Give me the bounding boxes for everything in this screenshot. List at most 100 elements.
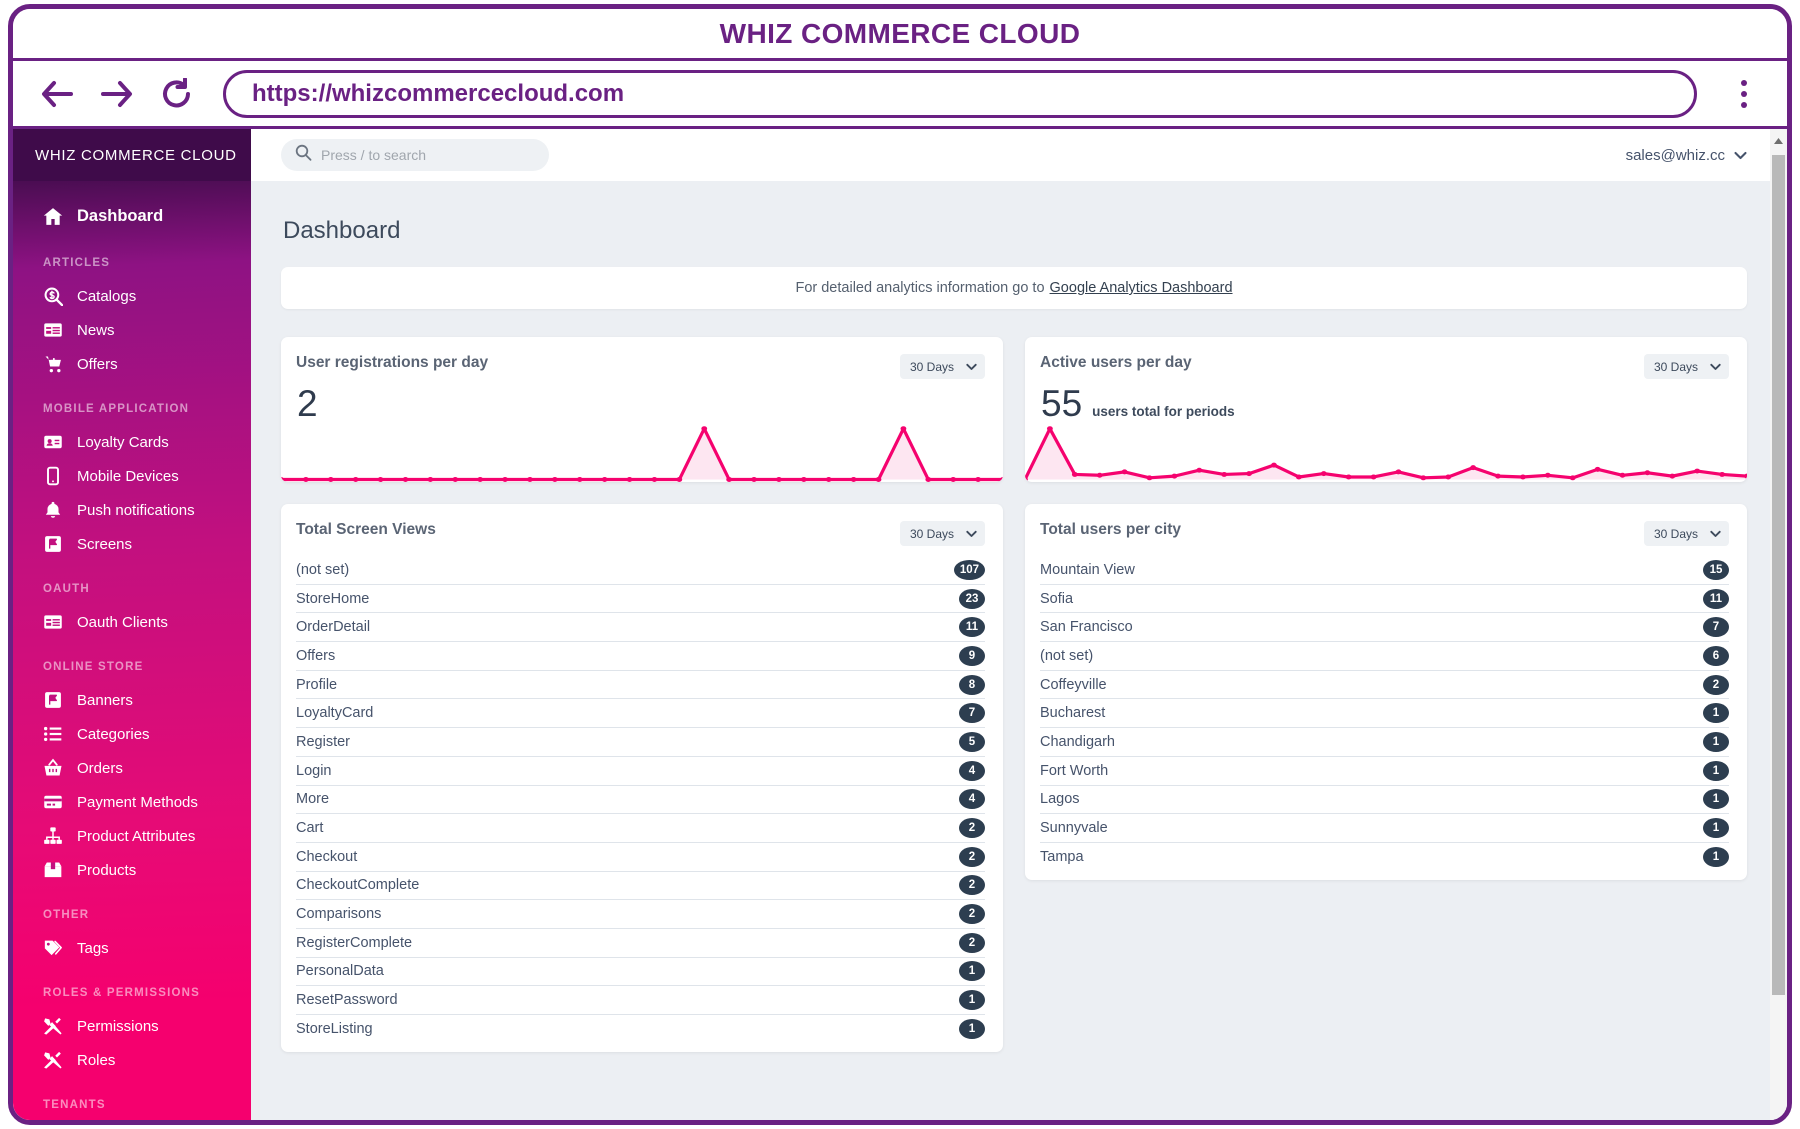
list-item[interactable]: Lagos1 — [1040, 786, 1729, 815]
list-item[interactable]: StoreHome23 — [296, 585, 985, 614]
list-item[interactable]: Coffeyville2 — [1040, 671, 1729, 700]
vertical-scrollbar[interactable] — [1770, 129, 1787, 1124]
list-item[interactable]: StoreListing1 — [296, 1015, 985, 1044]
reload-button[interactable] — [155, 72, 199, 116]
list-item-label: Bucharest — [1040, 705, 1105, 721]
kebab-menu-icon — [1741, 80, 1747, 86]
basket-icon — [43, 758, 63, 778]
list-item[interactable]: Sunnyvale1 — [1040, 814, 1729, 843]
user-menu[interactable]: sales@whiz.cc — [1626, 147, 1747, 164]
sidebar-item-loyalty-cards[interactable]: Loyalty Cards — [13, 425, 251, 459]
list-item[interactable]: Sofia11 — [1040, 585, 1729, 614]
range-select-registrations[interactable]: 30 Days — [900, 354, 985, 379]
scroll-up-arrow-icon[interactable] — [1770, 131, 1787, 151]
search-input[interactable] — [321, 147, 535, 163]
count-badge: 1 — [1703, 789, 1729, 809]
sidebar-item-dashboard[interactable]: Dashboard — [13, 197, 251, 235]
arrow-right-icon — [100, 79, 134, 109]
list-item[interactable]: Chandigarh1 — [1040, 728, 1729, 757]
list-item[interactable]: Comparisons2 — [296, 900, 985, 929]
list-item[interactable]: Tampa1 — [1040, 843, 1729, 872]
sidebar-item-products[interactable]: Products — [13, 853, 251, 887]
list-item[interactable]: (not set)107 — [296, 556, 985, 585]
sidebar-item-push-notifications[interactable]: Push notifications — [13, 493, 251, 527]
sidebar-item-roles[interactable]: Roles — [13, 1043, 251, 1077]
list-item[interactable]: Offers9 — [296, 642, 985, 671]
list-item[interactable]: Login4 — [296, 757, 985, 786]
list-item[interactable]: Mountain View15 — [1040, 556, 1729, 585]
application-viewport: WHIZ COMMERCE CLOUD DashboardARTICLESCat… — [13, 129, 1787, 1124]
range-select-users-per-city[interactable]: 30 Days — [1644, 521, 1729, 546]
sidebar-item-tags[interactable]: Tags — [13, 931, 251, 965]
sidebar-section-tenants: TENANTS — [13, 1077, 251, 1121]
sidebar-item-news[interactable]: News — [13, 313, 251, 347]
sidebar-nav: DashboardARTICLESCatalogs News OffersMOBIL… — [13, 181, 251, 1121]
list-item[interactable]: Cart2 — [296, 814, 985, 843]
count-badge: 107 — [954, 560, 985, 580]
list-item[interactable]: OrderDetail11 — [296, 613, 985, 642]
list-item[interactable]: ResetPassword1 — [296, 986, 985, 1015]
sidebar-item-permissions[interactable]: Permissions — [13, 1009, 251, 1043]
list-item[interactable]: More4 — [296, 786, 985, 815]
list-item[interactable]: Fort Worth1 — [1040, 757, 1729, 786]
sidebar-item-mobile-devices[interactable]: Mobile Devices — [13, 459, 251, 493]
google-analytics-link[interactable]: Google Analytics Dashboard — [1050, 280, 1233, 296]
count-badge: 11 — [959, 617, 985, 637]
browser-menu-button[interactable] — [1723, 72, 1765, 116]
count-badge: 15 — [1703, 560, 1729, 580]
list-item-label: Fort Worth — [1040, 763, 1108, 779]
active-users-sparkline-svg — [1025, 420, 1747, 482]
sidebar-section-mobile-application: MOBILE APPLICATION — [13, 381, 251, 425]
sidebar-item-orders[interactable]: Orders — [13, 751, 251, 785]
search-box[interactable] — [281, 139, 549, 171]
sidebar-section-articles: ARTICLES — [13, 235, 251, 279]
sidebar-item-offers[interactable]: Offers — [13, 347, 251, 381]
scrollbar-thumb[interactable] — [1772, 155, 1785, 995]
arrow-left-icon — [40, 79, 74, 109]
users-per-city-list: Mountain View15Sofia11San Francisco7(not… — [1025, 546, 1747, 880]
count-badge: 4 — [959, 761, 985, 781]
browser-window: WHIZ COMMERCE CLOUD https://whizcommerce… — [8, 4, 1792, 1125]
list-item[interactable]: San Francisco7 — [1040, 613, 1729, 642]
back-button[interactable] — [35, 72, 79, 116]
forward-button[interactable] — [95, 72, 139, 116]
count-badge: 11 — [1703, 589, 1729, 609]
list-item[interactable]: (not set)6 — [1040, 642, 1729, 671]
sidebar-item-payment-methods[interactable]: Payment Methods — [13, 785, 251, 819]
list-item-label: PersonalData — [296, 963, 384, 979]
sidebar-item-oauth-clients[interactable]: Oauth Clients — [13, 605, 251, 639]
sidebar-item-categories[interactable]: Categories — [13, 717, 251, 751]
sidebar-item-banners[interactable]: Banners — [13, 683, 251, 717]
count-badge: 2 — [1703, 675, 1729, 695]
list-item[interactable]: CheckoutComplete2 — [296, 872, 985, 901]
count-badge: 1 — [1703, 818, 1729, 838]
list-item[interactable]: Register5 — [296, 728, 985, 757]
list-item[interactable]: RegisterComplete2 — [296, 929, 985, 958]
list-item-label: StoreHome — [296, 591, 369, 607]
sidebar-item-label: Tags — [77, 940, 109, 957]
list-icon — [43, 724, 63, 744]
count-badge: 7 — [1703, 617, 1729, 637]
list-item[interactable]: LoyaltyCard7 — [296, 699, 985, 728]
list-item[interactable]: PersonalData1 — [296, 958, 985, 987]
list-item[interactable]: Checkout2 — [296, 843, 985, 872]
list-item[interactable]: Profile8 — [296, 671, 985, 700]
sidebar-item-product-attributes[interactable]: Product Attributes — [13, 819, 251, 853]
sidebar-item-screens[interactable]: Screens — [13, 527, 251, 561]
analytics-banner-text: For detailed analytics information go to — [795, 280, 1044, 296]
chevron-down-icon — [966, 360, 977, 374]
card-active-users: Active users per day 30 Days 55 — [1025, 337, 1747, 482]
range-select-active-users[interactable]: 30 Days — [1644, 354, 1729, 379]
list-item-label: Profile — [296, 677, 337, 693]
card-header: User registrations per day 30 Days — [281, 337, 1003, 379]
sidebar-item-catalogs[interactable]: Catalogs — [13, 279, 251, 313]
list-item-label: ResetPassword — [296, 992, 398, 1008]
sidebar-logo[interactable]: WHIZ COMMERCE CLOUD — [13, 129, 251, 181]
list-item-label: Cart — [296, 820, 323, 836]
sidebar-item-label: News — [77, 322, 115, 339]
search-icon — [295, 144, 312, 166]
list-item[interactable]: Bucharest1 — [1040, 699, 1729, 728]
chevron-down-icon — [1710, 527, 1721, 541]
address-bar[interactable]: https://whizcommercecloud.com — [223, 70, 1697, 118]
range-select-screen-views[interactable]: 30 Days — [900, 521, 985, 546]
